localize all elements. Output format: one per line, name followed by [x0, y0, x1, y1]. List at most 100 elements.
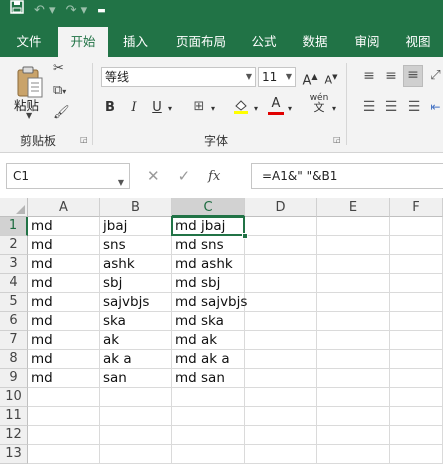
cell-b9[interactable]: san [100, 369, 172, 388]
cell-f4[interactable] [390, 274, 443, 293]
cell-e7[interactable] [317, 331, 390, 350]
cell-f2[interactable] [390, 236, 443, 255]
font-size-select[interactable]: 11 ▼ [258, 67, 296, 87]
paste-dropdown-icon[interactable]: ▼ [26, 111, 32, 120]
align-right-icon[interactable]: ☰ [405, 98, 423, 116]
customize-icon[interactable]: ▬ [97, 0, 106, 22]
column-header-e[interactable]: E [317, 198, 390, 217]
cell-c6[interactable]: md ska [172, 312, 245, 331]
borders-dropdown-icon[interactable]: ▾ [209, 100, 217, 118]
cell-c2[interactable]: md sns [172, 236, 245, 255]
tab-data[interactable]: 数据 [289, 27, 341, 57]
font-family-select[interactable]: 等线 ▼ [101, 67, 256, 87]
cell-f1[interactable] [390, 217, 443, 236]
tab-file[interactable]: 文件 [0, 27, 58, 57]
column-header-c[interactable]: C [172, 198, 245, 217]
cell-c12[interactable] [172, 426, 245, 445]
cell-e10[interactable] [317, 388, 390, 407]
row-header-9[interactable]: 9 [0, 369, 28, 388]
cell-b1[interactable]: jbaj [100, 217, 172, 236]
enter-icon[interactable]: ✓ [178, 167, 191, 185]
cell-e13[interactable] [317, 445, 390, 464]
cell-d12[interactable] [245, 426, 317, 445]
cell-a5[interactable]: md [28, 293, 100, 312]
row-header-7[interactable]: 7 [0, 331, 28, 350]
cell-b11[interactable] [100, 407, 172, 426]
cell-c13[interactable] [172, 445, 245, 464]
cell-e1[interactable] [317, 217, 390, 236]
italic-button[interactable]: I [127, 99, 141, 117]
indent-icon[interactable]: ⇤ [428, 98, 443, 116]
paste-icon[interactable] [15, 65, 45, 99]
cell-c3[interactable]: md ashk [172, 255, 245, 274]
orientation-icon[interactable]: ⤢ [428, 67, 443, 85]
cell-c1[interactable]: md jbaj [172, 217, 245, 236]
bold-button[interactable]: B [103, 99, 117, 117]
cell-b3[interactable]: ashk [100, 255, 172, 274]
align-middle-icon[interactable]: ≡ [382, 67, 400, 85]
cell-c7[interactable]: md ak [172, 331, 245, 350]
row-header-5[interactable]: 5 [0, 293, 28, 312]
align-left-icon[interactable]: ☰ [360, 98, 378, 116]
row-header-6[interactable]: 6 [0, 312, 28, 331]
cell-e5[interactable] [317, 293, 390, 312]
row-header-10[interactable]: 10 [0, 388, 28, 407]
cell-a4[interactable]: md [28, 274, 100, 293]
tab-home[interactable]: 开始 [58, 27, 108, 57]
redo-icon[interactable]: ↷ ▾ [66, 0, 88, 22]
cell-b2[interactable]: sns [100, 236, 172, 255]
cell-c4[interactable]: md sbj [172, 274, 245, 293]
spreadsheet-grid[interactable]: A B C D E F 1 md jbaj md jbaj 2 md sns md sns 3 md ashk m… [0, 198, 443, 464]
cell-e8[interactable] [317, 350, 390, 369]
cell-d6[interactable] [245, 312, 317, 331]
cell-d5[interactable] [245, 293, 317, 312]
cell-c8[interactable]: md ak a [172, 350, 245, 369]
select-all-button[interactable] [0, 198, 28, 217]
formula-input[interactable]: =A1&" "&B1 [251, 163, 443, 189]
cell-a2[interactable]: md [28, 236, 100, 255]
cell-b4[interactable]: sbj [100, 274, 172, 293]
cell-d2[interactable] [245, 236, 317, 255]
cell-f10[interactable] [390, 388, 443, 407]
borders-icon[interactable]: ⊞ [191, 98, 207, 116]
cell-d1[interactable] [245, 217, 317, 236]
cell-d8[interactable] [245, 350, 317, 369]
save-icon[interactable] [10, 0, 24, 22]
font-color-dropdown-icon[interactable]: ▾ [286, 100, 294, 118]
cell-b12[interactable] [100, 426, 172, 445]
cell-a1[interactable]: md [28, 217, 100, 236]
format-painter-icon[interactable]: 🖌 [53, 105, 70, 121]
align-bottom-icon[interactable]: ≡ [403, 65, 423, 87]
cell-a9[interactable]: md [28, 369, 100, 388]
shrink-font-button[interactable]: A▼ [323, 68, 339, 90]
cell-d9[interactable] [245, 369, 317, 388]
cell-e9[interactable] [317, 369, 390, 388]
column-header-d[interactable]: D [245, 198, 317, 217]
cell-e6[interactable] [317, 312, 390, 331]
cancel-icon[interactable]: ✕ [147, 167, 160, 185]
insert-function-button[interactable]: fx [208, 169, 220, 184]
copy-icon[interactable]: ⧉▾ [53, 83, 66, 100]
underline-button[interactable]: U [150, 99, 164, 117]
row-header-2[interactable]: 2 [0, 236, 28, 255]
cell-f11[interactable] [390, 407, 443, 426]
cell-d7[interactable] [245, 331, 317, 350]
tab-view[interactable]: 视图 [393, 27, 443, 57]
cell-d13[interactable] [245, 445, 317, 464]
tab-insert[interactable]: 插入 [108, 27, 163, 57]
cell-d10[interactable] [245, 388, 317, 407]
cell-f6[interactable] [390, 312, 443, 331]
row-header-8[interactable]: 8 [0, 350, 28, 369]
cell-c10[interactable] [172, 388, 245, 407]
cell-b6[interactable]: ska [100, 312, 172, 331]
tab-review[interactable]: 审阅 [341, 27, 393, 57]
cell-e12[interactable] [317, 426, 390, 445]
clipboard-launcher-icon[interactable]: ◲ [80, 135, 88, 144]
font-color-button[interactable]: A [268, 95, 284, 115]
cell-b8[interactable]: ak a [100, 350, 172, 369]
cell-a11[interactable] [28, 407, 100, 426]
grow-font-button[interactable]: A▲ [302, 68, 318, 90]
cell-e3[interactable] [317, 255, 390, 274]
cell-d4[interactable] [245, 274, 317, 293]
fill-handle[interactable] [242, 233, 248, 239]
